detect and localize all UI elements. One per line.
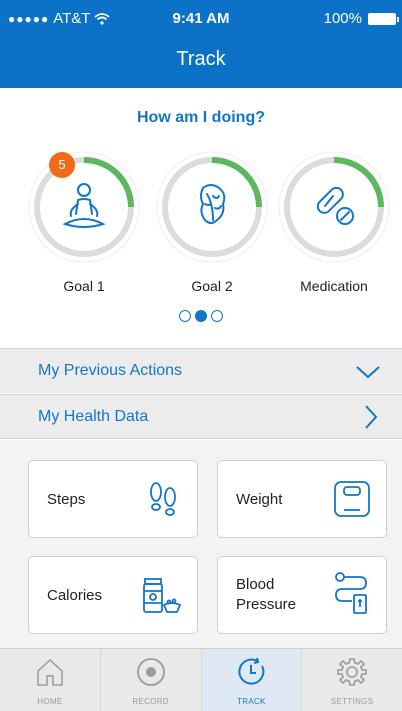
tab-label: HOME (37, 697, 63, 706)
calories-card[interactable]: Calories (28, 556, 198, 634)
card-label-line1: Blood (236, 576, 275, 593)
top-bar: ●●●●● AT&T 9:41 AM 100% Track (0, 0, 402, 88)
tab-bar: HOME RECORD TRACK SETTINGS (0, 648, 402, 711)
status-bar: ●●●●● AT&T 9:41 AM 100% (0, 0, 402, 40)
steps-card[interactable]: Steps (28, 460, 198, 538)
weight-card[interactable]: Weight (217, 460, 387, 538)
page-dot[interactable] (179, 310, 191, 322)
battery-icon (368, 12, 399, 25)
tab-record[interactable]: RECORD (101, 649, 202, 711)
scale-icon (334, 481, 370, 517)
blood-pressure-icon (335, 572, 367, 614)
health-data-grid: Steps Weight Calories Blood Pressure (0, 440, 402, 648)
tab-label: RECORD (132, 697, 169, 706)
page-dot-active[interactable] (195, 310, 207, 322)
battery-status: 100% (323, 10, 399, 27)
footprints-icon (150, 482, 176, 516)
tab-settings[interactable]: SETTINGS (302, 649, 402, 711)
blood-pressure-card[interactable]: Blood Pressure (217, 556, 387, 634)
card-label: Weight (236, 491, 283, 508)
tab-label: TRACK (237, 697, 266, 706)
goal-2-ring (156, 151, 268, 263)
goal-card-2[interactable]: Goal 2 (150, 148, 274, 294)
tab-label: SETTINGS (330, 697, 374, 706)
previous-actions-row[interactable]: My Previous Actions (0, 348, 402, 393)
clock-icon (238, 657, 265, 685)
gear-icon (337, 658, 367, 686)
row-label: My Health Data (38, 408, 149, 425)
page-title: Track (176, 48, 226, 70)
food-icon (143, 578, 182, 613)
goal-1-ring (28, 151, 140, 263)
chevron-down-icon (356, 366, 380, 379)
card-label: Calories (47, 587, 103, 604)
health-data-row[interactable]: My Health Data (0, 394, 402, 439)
card-label: Blood Pressure (236, 575, 296, 615)
battery-percent: 100% (323, 10, 362, 27)
notification-badge: 5 (49, 152, 75, 178)
goal-label: Medication (300, 278, 368, 294)
goal-label: Goal 2 (191, 278, 233, 294)
chevron-right-icon (365, 405, 378, 429)
card-label: Steps (47, 491, 86, 508)
card-label-line2: Pressure (236, 596, 297, 613)
row-label: My Previous Actions (38, 362, 183, 379)
tab-home[interactable]: HOME (0, 649, 101, 711)
home-icon (37, 658, 63, 686)
goal-label: Goal 1 (63, 278, 105, 294)
section-title: How am I doing? (137, 109, 265, 126)
tab-track[interactable]: TRACK (201, 649, 303, 711)
page-indicator[interactable] (0, 310, 402, 322)
medication-ring (278, 151, 390, 263)
goal-card-medication[interactable]: Medication (272, 148, 396, 294)
goal-card-1[interactable]: 5 Goal 1 (22, 148, 146, 294)
record-icon (136, 658, 165, 686)
page-dot[interactable] (211, 310, 223, 322)
goals-carousel[interactable]: 5 Goal 1 Goal 2 Medication (0, 148, 402, 308)
